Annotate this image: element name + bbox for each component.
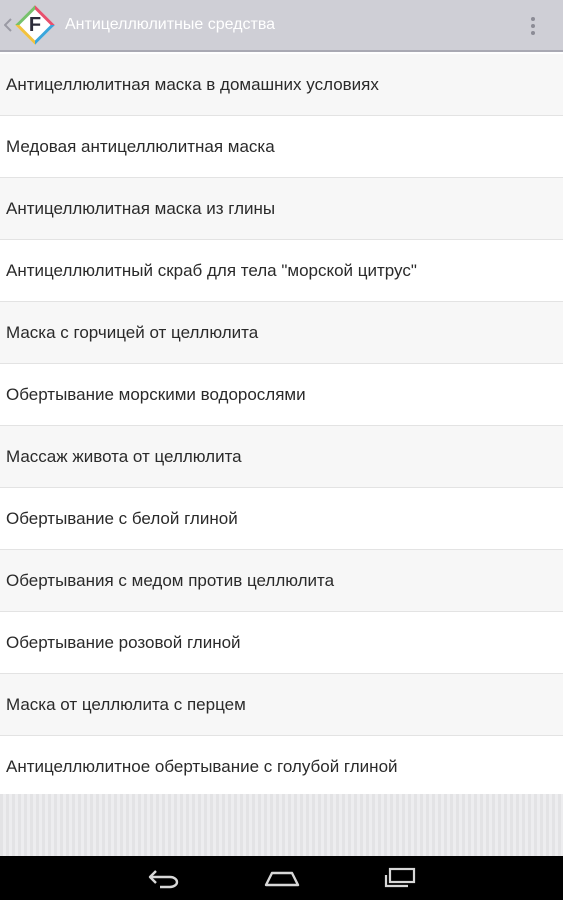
list-item[interactable]: Обертывания с медом против целлюлита	[0, 550, 563, 612]
action-bar: F Антицеллюлитные средства	[0, 0, 563, 52]
home-icon[interactable]	[258, 860, 306, 896]
list-item[interactable]: Медовая антицеллюлитная маска	[0, 116, 563, 178]
page-title: Антицеллюлитные средства	[65, 16, 276, 33]
overflow-dot	[531, 24, 535, 28]
system-nav-bar	[0, 856, 563, 900]
list-item[interactable]: Обертывание розовой глиной	[0, 612, 563, 674]
recents-icon[interactable]	[376, 860, 424, 896]
overflow-dot	[531, 31, 535, 35]
empty-list-background	[0, 794, 563, 856]
list-item[interactable]: Маска от целлюлита с перцем	[0, 674, 563, 736]
list-item[interactable]: Антицеллюлитная маска в домашних условия…	[0, 54, 563, 116]
overflow-dot	[531, 17, 535, 21]
list-item[interactable]: Обертывание морскими водорослями	[0, 364, 563, 426]
app-window: F Антицеллюлитные средства Антицеллюлитн…	[0, 0, 563, 900]
list-item[interactable]: Массаж живота от целлюлита	[0, 426, 563, 488]
list-item[interactable]: Антицеллюлитный скраб для тела "морской …	[0, 240, 563, 302]
app-logo[interactable]: F	[15, 5, 55, 45]
list-item[interactable]: Маска с горчицей от целлюлита	[0, 302, 563, 364]
list-item[interactable]: Антицеллюлитное обертывание с голубой гл…	[0, 736, 563, 798]
article-list: Антицеллюлитная маска в домашних условия…	[0, 54, 563, 798]
chevron-left-icon[interactable]	[3, 15, 13, 35]
list-item[interactable]: Обертывание с белой глиной	[0, 488, 563, 550]
back-icon[interactable]	[140, 860, 188, 896]
list-item[interactable]: Антицеллюлитная маска из глины	[0, 178, 563, 240]
more-vert-icon[interactable]	[523, 14, 543, 38]
logo-letter: F	[28, 13, 42, 36]
